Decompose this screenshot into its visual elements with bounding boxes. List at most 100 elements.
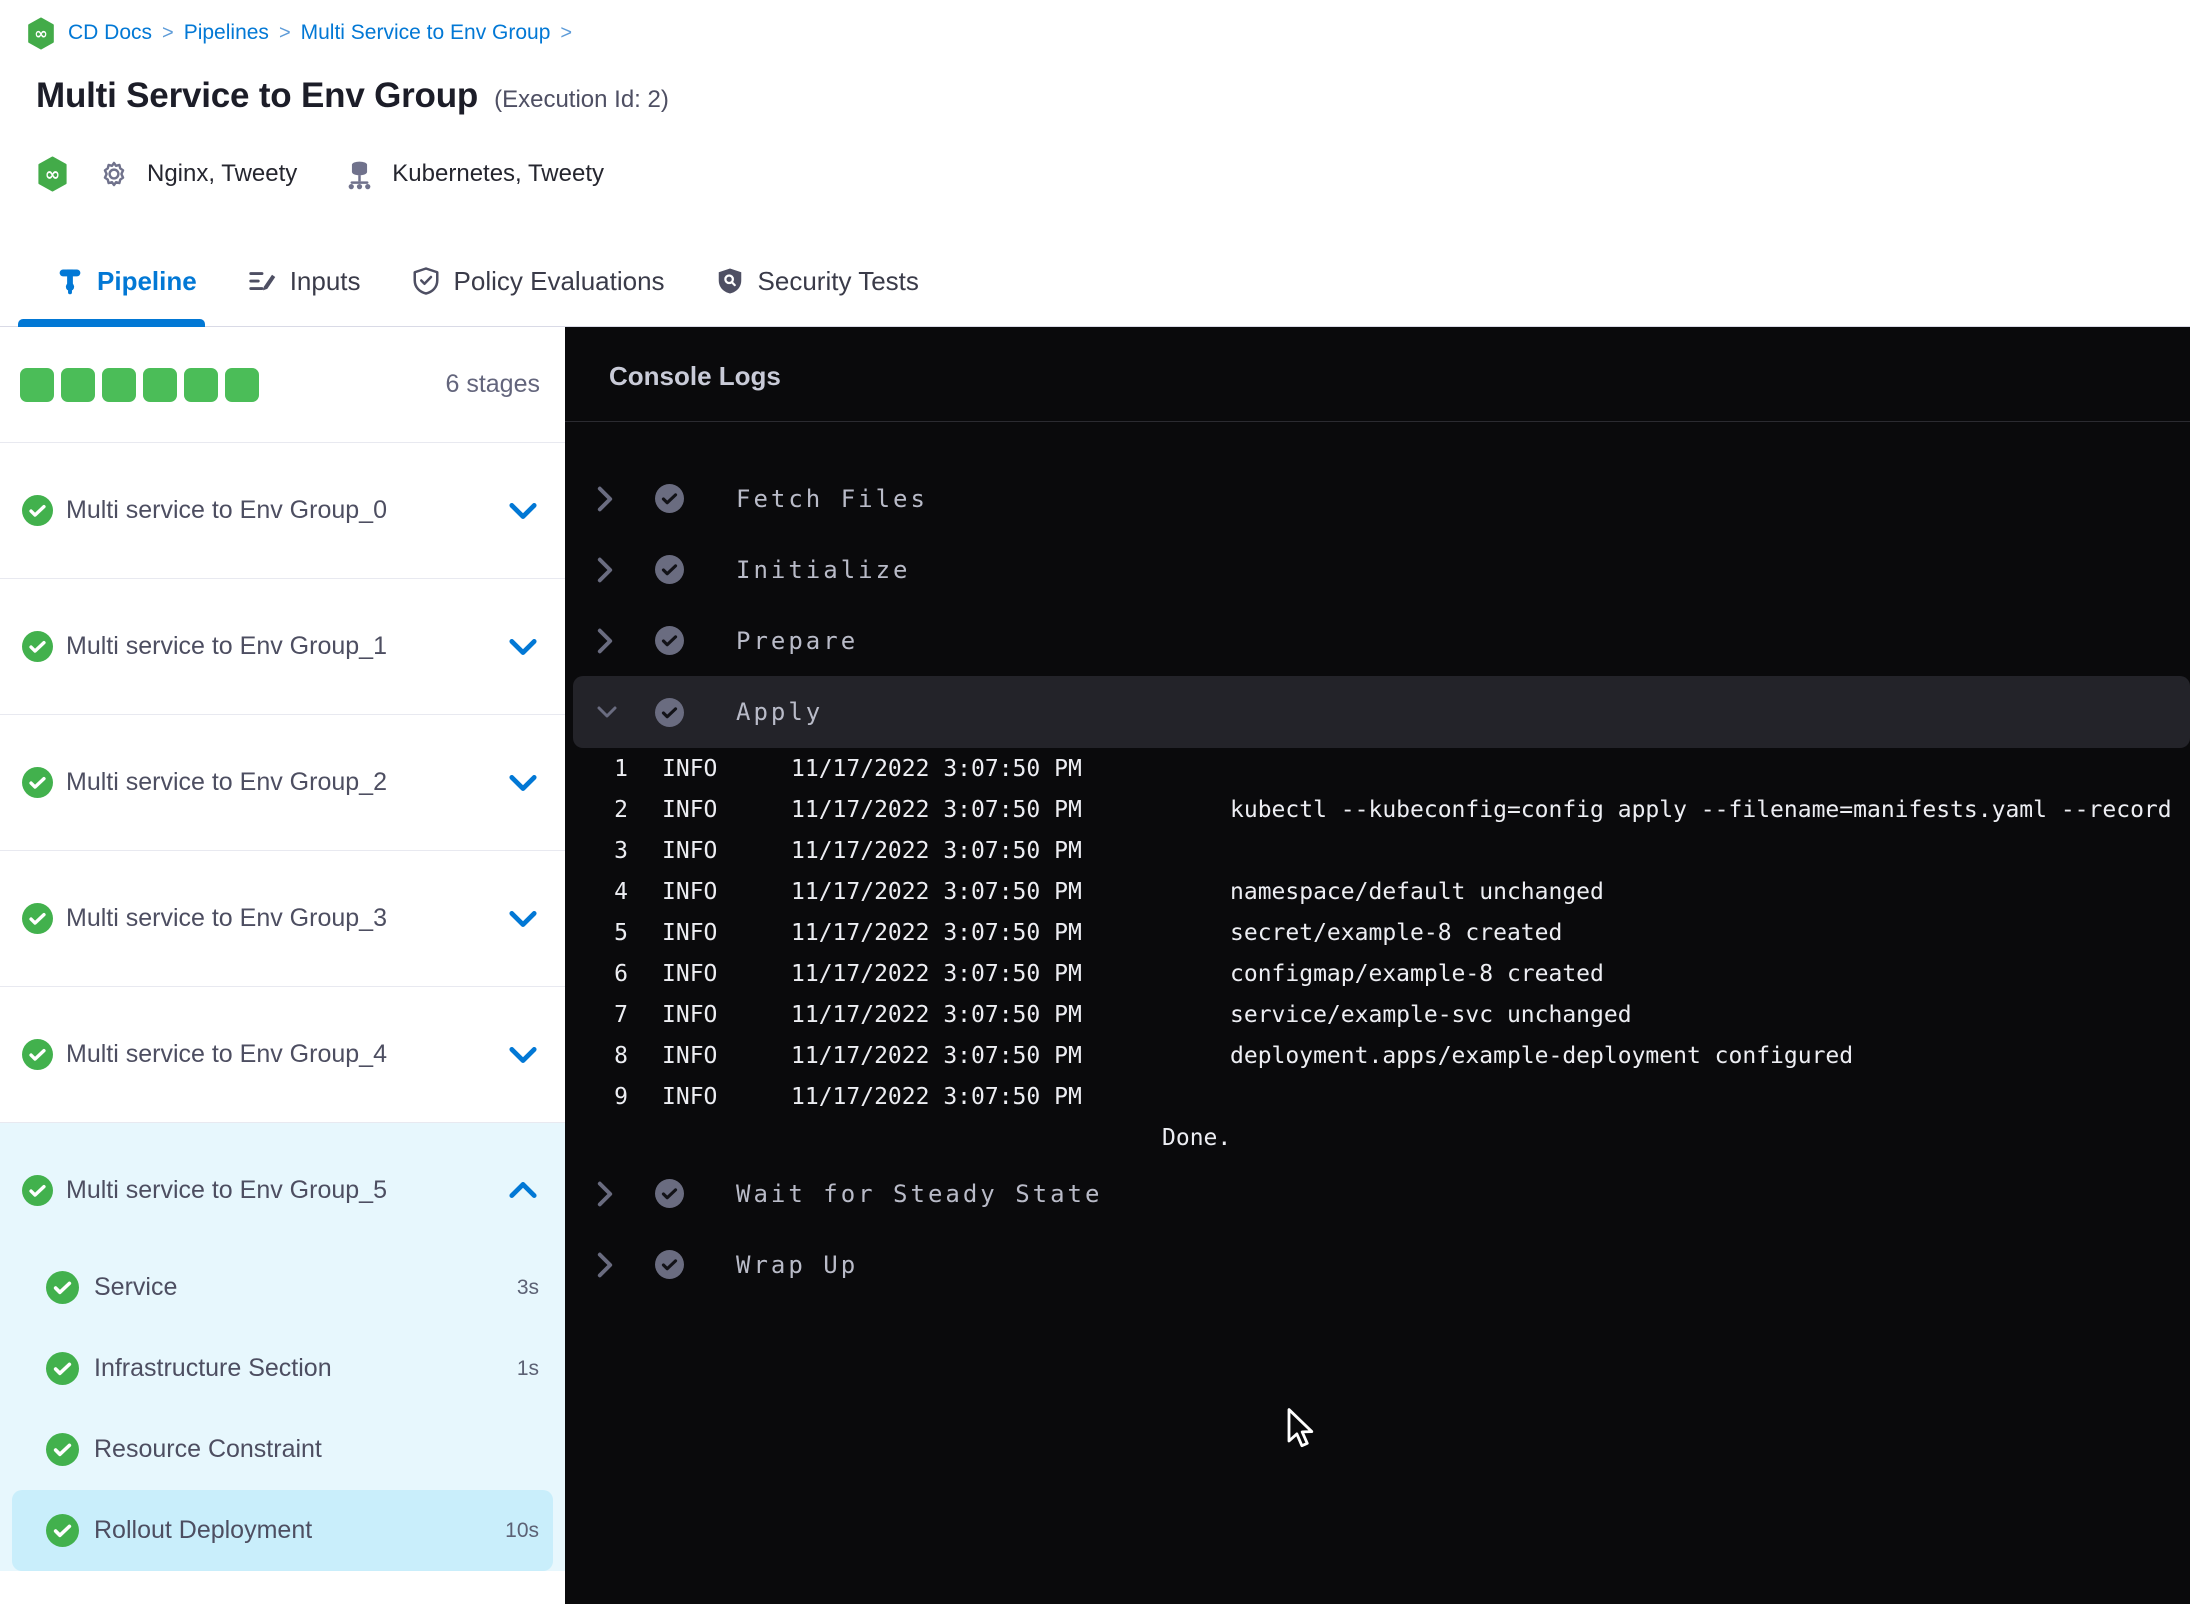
tab-label: Inputs	[289, 265, 361, 296]
chevron-down-icon[interactable]	[509, 910, 537, 928]
stage-row-2[interactable]: Multi service to Env Group_2	[0, 715, 565, 851]
chevron-right-icon[interactable]	[597, 1252, 617, 1278]
stage-progress-squares	[20, 367, 259, 402]
execution-id: (Execution Id: 2)	[494, 86, 669, 113]
success-check-icon	[46, 1433, 79, 1466]
tab-policy-evaluations[interactable]: Policy Evaluations	[411, 236, 665, 326]
step-success-icon	[655, 697, 684, 727]
log-line: 2 INFO 11/17/2022 3:07:50 PM kubectl --kube…	[614, 796, 2172, 823]
substep-label: Rollout Deployment	[94, 1516, 313, 1544]
log-step-prepare[interactable]: Prepare	[565, 605, 2190, 676]
environments-label: Kubernetes, Tweety	[392, 160, 604, 187]
svg-text:∞: ∞	[45, 164, 60, 185]
step-label: Initialize	[736, 555, 911, 584]
step-label: Wait for Steady State	[736, 1179, 1103, 1208]
log-step-wrap-up[interactable]: Wrap Up	[565, 1229, 2190, 1300]
chevron-right-icon[interactable]	[597, 486, 617, 512]
chevron-down-icon[interactable]	[509, 638, 537, 656]
chevron-right-icon[interactable]	[597, 628, 617, 654]
substep-rollout-deployment[interactable]: Rollout Deployment 10s	[12, 1490, 553, 1571]
log-line: 5 INFO 11/17/2022 3:07:50 PM secret/example…	[614, 919, 1563, 946]
stage-row-3[interactable]: Multi service to Env Group_3	[0, 851, 565, 987]
substep-service[interactable]: Service 3s	[0, 1247, 565, 1328]
log-line: 1 INFO 11/17/2022 3:07:50 PM	[614, 755, 1082, 782]
success-check-icon	[46, 1352, 79, 1385]
stage-progress-square	[143, 367, 177, 402]
console-logs-title: Console Logs	[609, 361, 781, 391]
chevron-down-icon[interactable]	[509, 774, 537, 792]
step-success-icon	[655, 484, 684, 513]
breadcrumb-cd-docs[interactable]: CD Docs	[68, 21, 174, 45]
stage-label: Multi service to Env Group_5	[66, 1175, 387, 1204]
success-check-icon	[22, 767, 53, 798]
stage-progress-square	[225, 367, 259, 402]
page-title: Multi Service to Env Group	[36, 76, 479, 115]
stage-label: Multi service to Env Group_3	[66, 904, 387, 932]
svg-text:∞: ∞	[34, 24, 48, 43]
step-success-icon	[655, 1179, 684, 1208]
harness-cd-icon: ∞	[26, 17, 56, 50]
chevron-down-icon[interactable]	[509, 1046, 537, 1064]
tab-pipeline[interactable]: Pipeline	[18, 236, 205, 327]
chevron-up-icon[interactable]	[509, 1181, 537, 1199]
success-check-icon	[46, 1514, 79, 1547]
substep-resource-constraint[interactable]: Resource Constraint	[0, 1409, 565, 1490]
log-line: 3 INFO 11/17/2022 3:07:50 PM	[614, 837, 1082, 864]
substep-duration: 1s	[516, 1356, 539, 1380]
success-check-icon	[46, 1271, 79, 1304]
chevron-down-icon[interactable]	[509, 502, 537, 520]
step-success-icon	[655, 626, 684, 655]
log-step-fetch-files[interactable]: Fetch Files	[565, 463, 2190, 534]
pipeline-icon	[56, 266, 84, 296]
execution-meta: ∞ Nginx, Tweety Kubernetes, Tweety	[36, 152, 604, 196]
log-line: 8 INFO 11/17/2022 3:07:50 PM deployment.app…	[614, 1042, 1854, 1069]
substep-infrastructure[interactable]: Infrastructure Section 1s	[0, 1328, 565, 1409]
stage-row-4[interactable]: Multi service to Env Group_4	[0, 987, 565, 1123]
shield-check-icon	[411, 266, 441, 296]
kubernetes-infra-icon	[343, 158, 376, 191]
log-step-wait-for-steady-state[interactable]: Wait for Steady State	[565, 1158, 2190, 1229]
log-line: 6 INFO 11/17/2022 3:07:50 PM configmap/exam…	[614, 960, 1604, 987]
log-line: 4 INFO 11/17/2022 3:07:50 PM namespace/defa…	[614, 878, 1604, 905]
stage-row-5[interactable]: Multi service to Env Group_5	[0, 1123, 565, 1247]
step-label: Wrap Up	[736, 1250, 859, 1279]
substep-label: Infrastructure Section	[94, 1354, 332, 1382]
stage-row-1[interactable]: Multi service to Env Group_1	[0, 579, 565, 715]
stage-progress-square	[184, 367, 218, 402]
console-logs-panel: Console Logs Fetch Files Initialize Prep…	[565, 327, 2190, 1604]
stages-sidebar: 6 stages Multi service to Env Group_0 Mu…	[0, 327, 565, 1604]
stage-label: Multi service to Env Group_0	[66, 496, 387, 524]
mouse-cursor	[1283, 1408, 1317, 1457]
stage-label: Multi service to Env Group_4	[66, 1040, 387, 1068]
tab-label: Security Tests	[757, 265, 919, 296]
success-check-icon	[22, 1174, 53, 1206]
stage-progress-square	[102, 367, 136, 402]
log-step-initialize[interactable]: Initialize	[565, 534, 2190, 605]
tab-inputs[interactable]: Inputs	[247, 236, 361, 326]
stage-progress-square	[20, 367, 54, 402]
chevron-right-icon[interactable]	[597, 1181, 617, 1207]
step-success-icon	[655, 555, 684, 584]
breadcrumb-pipeline-name[interactable]: Multi Service to Env Group	[301, 21, 572, 45]
stage-row-0[interactable]: Multi service to Env Group_0	[0, 443, 565, 579]
success-check-icon	[22, 631, 53, 662]
step-label: Apply	[736, 698, 824, 726]
tab-security-tests[interactable]: Security Tests	[715, 236, 919, 326]
log-step-apply[interactable]: Apply	[573, 676, 2190, 748]
gear-icon	[97, 157, 131, 191]
tab-label: Policy Evaluations	[453, 265, 665, 296]
step-label: Fetch Files	[736, 484, 928, 513]
stage-label: Multi service to Env Group_1	[66, 632, 387, 660]
success-check-icon	[22, 903, 53, 934]
expanded-stage-group: Multi service to Env Group_5 Service 3s …	[0, 1123, 565, 1571]
breadcrumb-pipelines[interactable]: Pipelines	[184, 21, 291, 45]
inputs-icon	[247, 266, 277, 296]
stages-summary: 6 stages	[0, 327, 565, 443]
chevron-down-icon[interactable]	[597, 704, 617, 720]
chevron-right-icon[interactable]	[597, 557, 617, 583]
substep-duration: 3s	[516, 1275, 539, 1299]
stage-count-label: 6 stages	[445, 370, 540, 398]
step-label: Prepare	[736, 626, 859, 655]
stage-progress-square	[61, 367, 95, 402]
log-line: 9 INFO 11/17/2022 3:07:50 PM	[614, 1083, 1082, 1110]
